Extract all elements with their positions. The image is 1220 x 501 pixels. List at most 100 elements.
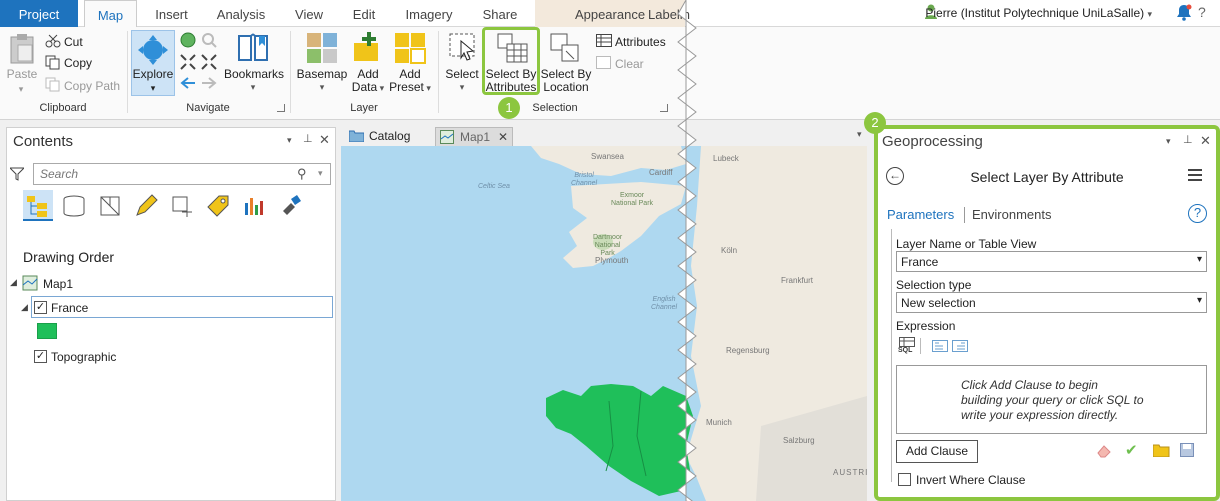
copy-button[interactable]: Copy xyxy=(64,57,92,70)
copy-path-button[interactable]: Copy Path xyxy=(64,80,120,93)
tab-project[interactable]: Project xyxy=(0,0,78,27)
search-icon[interactable]: ⚲ xyxy=(297,166,307,182)
group-divider xyxy=(438,31,439,113)
bookmarks-button[interactable]: Bookmarks xyxy=(222,68,286,81)
add-preset-button[interactable]: Add Preset ▾ xyxy=(388,68,432,95)
perspective-imagery-icon[interactable] xyxy=(277,193,303,219)
chevron-down-icon[interactable]: ▾ xyxy=(857,129,862,140)
filter-icon[interactable] xyxy=(10,167,24,181)
tab-insert[interactable]: Insert xyxy=(144,0,199,27)
attributes-icon xyxy=(596,34,612,47)
selection-type-value: New selection xyxy=(901,296,976,310)
tab-appearance[interactable]: Appearance Labelin xyxy=(535,0,690,27)
editing-icon[interactable] xyxy=(133,193,159,219)
tab-analysis[interactable]: Analysis xyxy=(207,0,275,27)
hamburger-menu-icon[interactable] xyxy=(1188,169,1202,184)
charts-icon[interactable] xyxy=(241,193,267,219)
tab-imagery[interactable]: Imagery xyxy=(395,0,463,27)
map-node-label[interactable]: Map1 xyxy=(43,277,73,291)
paste-button[interactable]: Paste xyxy=(4,68,40,81)
select-by-location-button[interactable]: Select By Location xyxy=(538,68,594,94)
map-label: Channel xyxy=(571,180,598,187)
notification-bell-icon[interactable] xyxy=(1176,4,1192,21)
collapse-icon[interactable]: ◢ xyxy=(10,277,17,288)
select-button[interactable]: Select xyxy=(443,68,481,81)
paste-icon xyxy=(10,34,34,64)
tab-share[interactable]: Share xyxy=(470,0,530,27)
close-icon[interactable]: ✕ xyxy=(319,132,330,148)
layer-name-select[interactable]: France ▾ xyxy=(896,251,1207,272)
next-extent-icon[interactable] xyxy=(201,76,217,90)
data-source-icon[interactable] xyxy=(61,193,87,219)
basemap-button[interactable]: Basemap xyxy=(295,68,349,81)
pane-options-icon[interactable]: ▾ xyxy=(1166,136,1171,147)
tab-view[interactable]: View xyxy=(282,0,336,27)
previous-extent-icon[interactable] xyxy=(180,76,196,90)
tool-title: Select Layer By Attribute xyxy=(970,169,1124,185)
add-clause-button[interactable]: Add Clause xyxy=(896,440,978,463)
add-data-button[interactable]: Add Data ▾ xyxy=(350,68,386,95)
zoom-out-fixed-icon[interactable] xyxy=(201,54,217,70)
cut-button[interactable]: Cut xyxy=(64,36,83,49)
tab-divider xyxy=(964,207,965,223)
explore-button[interactable]: Explore ▾ xyxy=(131,30,175,96)
chevron-down-icon[interactable]: ▾ xyxy=(318,168,323,179)
pane-options-icon[interactable]: ▾ xyxy=(287,135,292,146)
save-expression-icon[interactable] xyxy=(952,340,968,352)
expression-builder-area[interactable]: Click Add Clause to begin building your q… xyxy=(896,365,1207,434)
layer-visibility-checkbox-france[interactable]: ✓ xyxy=(34,301,47,314)
map-view-tabs: Catalog Map1 ✕ ▾ xyxy=(341,127,867,146)
save-icon[interactable] xyxy=(1180,443,1194,457)
map-label: Regensburg xyxy=(726,346,770,355)
add-data-icon xyxy=(354,32,378,61)
select-by-attributes-label-1: Select By xyxy=(485,67,537,81)
labeling-icon[interactable] xyxy=(205,193,231,219)
invert-where-clause-label[interactable]: Invert Where Clause xyxy=(916,473,1025,487)
attributes-button[interactable]: Attributes xyxy=(615,36,666,49)
map-label: National xyxy=(594,242,621,249)
snapping-icon[interactable] xyxy=(169,193,195,219)
zoom-in-fixed-icon[interactable] xyxy=(180,54,196,70)
clear-button[interactable]: Clear xyxy=(615,58,644,71)
expression-hint-line-3: write your expression directly. xyxy=(961,408,1119,422)
sql-toggle-button[interactable]: SQL xyxy=(898,337,916,357)
tab-environments[interactable]: Environments xyxy=(972,207,1051,222)
tab-edit[interactable]: Edit xyxy=(340,0,388,27)
map-view[interactable]: Swansea Cardiff Celtic Sea Bristol Channe… xyxy=(341,146,867,501)
select-by-attributes-icon xyxy=(497,33,528,63)
collapse-icon[interactable]: ◢ xyxy=(21,302,28,313)
map-label: AUSTRI xyxy=(833,468,867,477)
layer-label-topographic[interactable]: Topographic xyxy=(51,350,116,364)
globe-icon[interactable] xyxy=(180,32,196,48)
contents-title: Contents xyxy=(13,133,74,150)
invert-where-clause-checkbox[interactable] xyxy=(898,473,911,486)
dialog-launcher-icon[interactable] xyxy=(277,104,285,112)
close-icon[interactable]: ✕ xyxy=(1200,133,1211,149)
eraser-icon[interactable] xyxy=(1096,444,1112,458)
checkmark-icon[interactable]: ✔ xyxy=(1125,441,1138,459)
map-label: Munich xyxy=(706,418,732,427)
france-symbol-swatch[interactable] xyxy=(37,323,57,339)
tab-map[interactable]: Map xyxy=(84,0,137,28)
tab-parameters[interactable]: Parameters xyxy=(887,207,954,222)
map-label: National Park xyxy=(611,200,654,207)
pin-icon[interactable]: ⊥ xyxy=(1183,133,1193,146)
zoom-layer-icon[interactable] xyxy=(201,32,217,48)
open-folder-icon[interactable] xyxy=(1153,444,1170,457)
user-account[interactable]: Pierre (Institut Polytechnique UniLaSall… xyxy=(925,6,1152,20)
pin-icon[interactable]: ⊥ xyxy=(303,132,313,145)
tab-catalog[interactable]: Catalog xyxy=(345,127,435,146)
add-preset-icon xyxy=(395,33,426,64)
search-input[interactable]: Search xyxy=(33,163,331,185)
help-icon[interactable]: ? xyxy=(1198,4,1206,20)
selection-type-select[interactable]: New selection ▾ xyxy=(896,292,1207,313)
help-icon[interactable]: ? xyxy=(1188,204,1207,223)
dialog-launcher-icon[interactable] xyxy=(660,104,668,112)
close-tab-icon[interactable]: ✕ xyxy=(498,128,508,146)
selection-list-icon[interactable] xyxy=(97,193,123,219)
layer-visibility-checkbox-topographic[interactable]: ✓ xyxy=(34,350,47,363)
load-expression-icon[interactable] xyxy=(932,340,948,352)
tab-map1[interactable]: Map1 ✕ xyxy=(435,127,513,146)
add-data-label-1: Add xyxy=(357,67,379,81)
select-by-attributes-button[interactable]: Select By Attributes xyxy=(482,27,540,95)
